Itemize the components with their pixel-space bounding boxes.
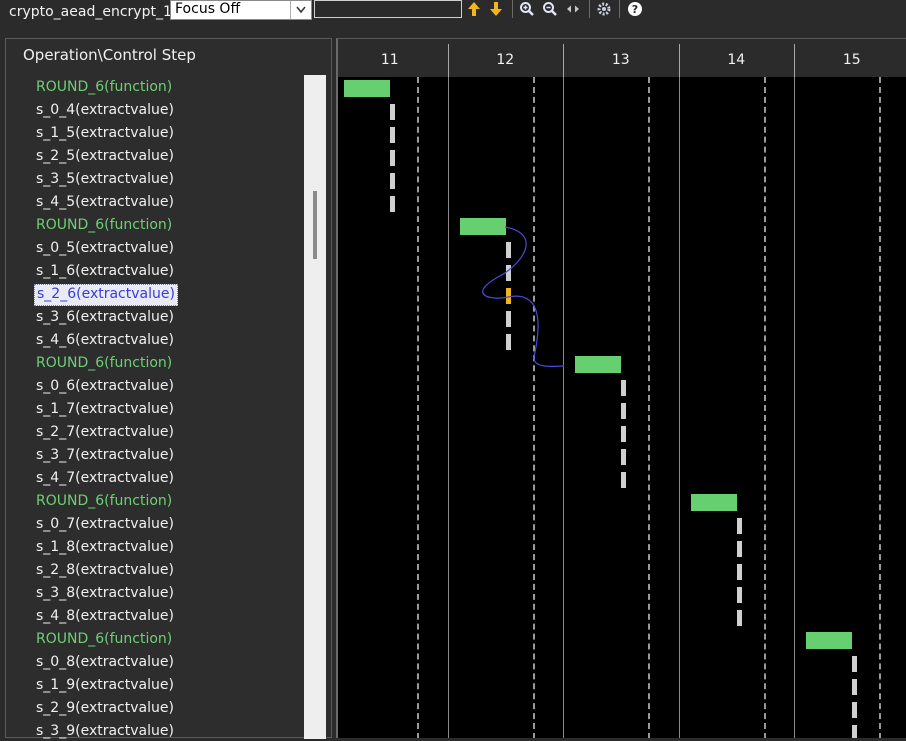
design-title: crypto_aead_encrypt_1 xyxy=(9,4,172,20)
function-row[interactable]: ROUND_6(function) xyxy=(36,629,172,649)
arrow-up-icon[interactable] xyxy=(465,0,483,18)
function-row[interactable]: ROUND_6(function) xyxy=(36,353,172,373)
zoom-in-icon[interactable] xyxy=(518,0,536,18)
operation-row[interactable]: s_0_5(extractvalue) xyxy=(36,238,174,258)
toolbar-separator xyxy=(619,0,620,18)
focus-select[interactable]: Focus Off xyxy=(170,0,312,20)
operation-row[interactable]: s_0_7(extractvalue) xyxy=(36,514,174,534)
settings-icon[interactable] xyxy=(595,0,613,18)
fit-width-icon[interactable] xyxy=(564,0,582,18)
operation-row[interactable]: s_3_7(extractvalue) xyxy=(36,445,174,465)
search-input[interactable] xyxy=(314,0,462,18)
operation-row[interactable]: s_3_9(extractvalue) xyxy=(36,721,174,741)
operation-row[interactable]: s_0_8(extractvalue) xyxy=(36,652,174,672)
operation-row[interactable]: s_3_6(extractvalue) xyxy=(36,307,174,327)
operation-row[interactable]: s_1_5(extractvalue) xyxy=(36,123,174,143)
operation-row[interactable]: s_2_5(extractvalue) xyxy=(36,146,174,166)
operation-row[interactable]: s_2_8(extractvalue) xyxy=(36,560,174,580)
dependency-overlay xyxy=(482,226,565,368)
function-row[interactable]: ROUND_6(function) xyxy=(36,77,172,97)
operation-column-header: Operation\Control Step xyxy=(23,46,196,64)
arrow-down-icon[interactable] xyxy=(487,0,505,18)
operation-row[interactable]: s_4_6(extractvalue) xyxy=(36,330,174,350)
operation-row[interactable]: s_0_4(extractvalue) xyxy=(36,100,174,120)
operation-row[interactable]: s_1_8(extractvalue) xyxy=(36,537,174,557)
dependency-edge xyxy=(482,226,565,368)
function-row[interactable]: ROUND_6(function) xyxy=(36,491,172,511)
operation-row[interactable]: s_3_5(extractvalue) xyxy=(36,169,174,189)
toolbar-separator xyxy=(512,0,513,18)
operation-row[interactable]: s_1_6(extractvalue) xyxy=(36,261,174,281)
operation-row[interactable]: s_1_9(extractvalue) xyxy=(36,675,174,695)
operation-row[interactable]: s_2_6(extractvalue) xyxy=(34,284,178,306)
zoom-out-icon[interactable] xyxy=(541,0,559,18)
operation-row[interactable]: s_4_8(extractvalue) xyxy=(36,606,174,626)
svg-text:?: ? xyxy=(632,3,638,16)
operation-row[interactable]: s_4_5(extractvalue) xyxy=(36,192,174,212)
operation-row[interactable]: s_2_9(extractvalue) xyxy=(36,698,174,718)
operation-row[interactable]: s_0_6(extractvalue) xyxy=(36,376,174,396)
chevron-down-icon[interactable] xyxy=(290,1,311,19)
operation-row[interactable]: s_4_7(extractvalue) xyxy=(36,468,174,488)
focus-select-value: Focus Off xyxy=(175,1,241,17)
schedule-viewer: 11 12 13 14 15 xyxy=(336,38,906,738)
help-icon[interactable]: ? xyxy=(626,0,644,18)
toolbar: crypto_aead_encrypt_1 Focus Off ? xyxy=(0,0,906,22)
vertical-scrollbar[interactable] xyxy=(304,75,326,739)
operation-row[interactable]: s_1_7(extractvalue) xyxy=(36,399,174,419)
function-row[interactable]: ROUND_6(function) xyxy=(36,215,172,235)
toolbar-separator xyxy=(589,0,590,18)
operation-row[interactable]: s_2_7(extractvalue) xyxy=(36,422,174,442)
operation-row[interactable]: s_3_8(extractvalue) xyxy=(36,583,174,603)
operation-list-panel: Operation\Control Step ROUND_6(function)… xyxy=(5,38,332,741)
scrollbar-thumb[interactable] xyxy=(313,191,317,259)
